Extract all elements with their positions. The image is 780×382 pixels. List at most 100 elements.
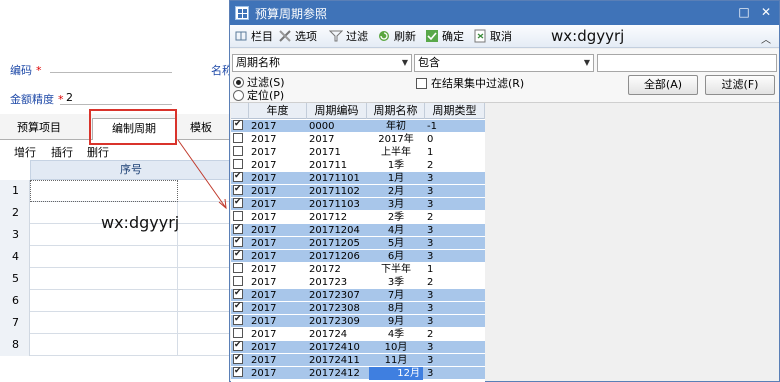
columns-button[interactable]: 栏目 bbox=[234, 29, 273, 45]
cell-year: 2017 bbox=[251, 264, 277, 275]
cell-name: 2017年 bbox=[378, 134, 414, 145]
filter-button[interactable]: 过滤 bbox=[329, 29, 368, 45]
row-checkbox[interactable] bbox=[233, 365, 247, 380]
row-checkbox[interactable] bbox=[233, 118, 247, 133]
table-row[interactable]: 2017 20172308 8月 3 bbox=[231, 300, 485, 315]
cell-name: 4季 bbox=[387, 329, 405, 340]
cell-name: 12月 bbox=[369, 367, 423, 380]
table-row[interactable]: 2017 201712 2季 2 bbox=[231, 211, 485, 224]
cell-year: 2017 bbox=[251, 251, 277, 262]
restore-window-icon[interactable]: □ bbox=[736, 4, 752, 20]
table-row[interactable]: 2017 20171204 4月 3 bbox=[231, 222, 485, 237]
filter-value-input[interactable] bbox=[597, 54, 777, 72]
table-row[interactable]: 2017 20172307 7月 3 bbox=[231, 287, 485, 302]
grid-row[interactable]: 7 bbox=[0, 312, 232, 334]
operator-select[interactable]: 包含 ▼ bbox=[414, 54, 594, 72]
table-row[interactable]: 2017 201723 3季 2 bbox=[231, 276, 485, 289]
row-checkbox[interactable] bbox=[233, 133, 247, 146]
grid-row[interactable]: 6 bbox=[0, 290, 232, 312]
precision-label: 金额精度 * bbox=[10, 93, 64, 106]
insert-row-button[interactable]: 插行 bbox=[51, 144, 73, 160]
cell-code: 20172 bbox=[309, 264, 341, 275]
add-row-button[interactable]: 增行 bbox=[14, 144, 36, 160]
table-row[interactable]: 2017 20171103 3月 3 bbox=[231, 196, 485, 211]
cell-type: 2 bbox=[427, 277, 434, 288]
radio-locate[interactable]: 定位(P) bbox=[233, 87, 284, 103]
filter-in-results-checkbox[interactable]: 在结果集中过滤(R) bbox=[416, 75, 524, 91]
field-select[interactable]: 周期名称 ▼ bbox=[232, 54, 412, 72]
cell-type: 3 bbox=[427, 303, 434, 314]
tab-budget-items[interactable]: 预算项目 bbox=[4, 118, 74, 140]
cell-code: 20171101 bbox=[309, 173, 360, 184]
table-row[interactable]: 2017 20171205 5月 3 bbox=[231, 235, 485, 250]
cell-code: 201712 bbox=[309, 212, 348, 223]
table-row[interactable]: 2017 20172 下半年 1 bbox=[231, 263, 485, 276]
cell-name: 6月 bbox=[387, 251, 405, 262]
table-row[interactable]: 2017 20171 上半年 1 bbox=[231, 146, 485, 159]
table-row[interactable]: 2017 20172410 10月 3 bbox=[231, 339, 485, 354]
show-all-button[interactable]: 全部(A) bbox=[628, 75, 698, 95]
cell-code: 20171205 bbox=[309, 238, 360, 249]
cell-type: 2 bbox=[427, 212, 434, 223]
header-name[interactable]: 周期名称 bbox=[367, 103, 425, 119]
annotation-highlight-box bbox=[89, 109, 177, 145]
collapse-chevron-icon[interactable]: ︿ bbox=[761, 31, 771, 46]
options-button[interactable]: 选项 bbox=[278, 29, 317, 45]
cancel-button[interactable]: 取消 bbox=[473, 29, 512, 45]
apply-filter-button[interactable]: 过滤(F) bbox=[705, 75, 775, 95]
table-row[interactable]: 2017 20172411 11月 3 bbox=[231, 352, 485, 367]
table-row[interactable]: 2017 201711 1季 2 bbox=[231, 159, 485, 172]
grid-row[interactable]: 5 bbox=[0, 268, 232, 290]
table-row[interactable]: 2017 0000 年初 -1 bbox=[231, 118, 485, 133]
row-checkbox[interactable] bbox=[233, 146, 247, 159]
cell-type: 2 bbox=[427, 329, 434, 340]
cell-name: 1月 bbox=[387, 173, 405, 184]
header-year[interactable]: 年度 bbox=[249, 103, 307, 119]
dialog-toolbar: 栏目 选项 过滤 刷新 确定 取消 wx:dgyyrj ︿ bbox=[230, 25, 779, 48]
cell-type: 3 bbox=[427, 251, 434, 262]
tab-template[interactable]: 模板 bbox=[178, 118, 224, 140]
dialog-titlebar[interactable]: 预算周期参照 □ ✕ bbox=[230, 1, 779, 25]
row-checkbox[interactable] bbox=[233, 248, 247, 263]
dialog-title: 预算周期参照 bbox=[255, 7, 328, 21]
cell-year: 2017 bbox=[251, 199, 277, 210]
grid-row[interactable]: 4 bbox=[0, 246, 232, 268]
grid-row[interactable]: 8 bbox=[0, 334, 232, 356]
precision-value[interactable]: 2 bbox=[66, 91, 73, 104]
cell-year: 2017 bbox=[251, 186, 277, 197]
dropdown-arrow-icon: ▼ bbox=[401, 58, 408, 67]
cell-code: 201711 bbox=[309, 160, 348, 171]
cell-name: 7月 bbox=[387, 290, 405, 301]
row-checkbox[interactable] bbox=[233, 263, 247, 276]
code-label: 编码 * bbox=[10, 64, 42, 77]
cell-type: 1 bbox=[427, 147, 434, 158]
row-checkbox[interactable] bbox=[233, 196, 247, 211]
table-row[interactable]: 2017 20172309 9月 3 bbox=[231, 313, 485, 328]
cell-year: 2017 bbox=[251, 134, 277, 145]
close-window-icon[interactable]: ✕ bbox=[758, 4, 774, 20]
delete-row-button[interactable]: 删行 bbox=[87, 144, 109, 160]
cell-code: 0000 bbox=[309, 121, 335, 132]
refresh-button[interactable]: 刷新 bbox=[377, 29, 416, 45]
cell-code: 20172411 bbox=[309, 355, 360, 366]
table-row[interactable]: 2017 20172412 12月 3 bbox=[231, 365, 485, 380]
table-row[interactable]: 2017 201724 4季 2 bbox=[231, 328, 485, 341]
table-row[interactable]: 2017 20171101 1月 3 bbox=[231, 170, 485, 185]
tools-icon bbox=[279, 30, 291, 42]
funnel-icon bbox=[329, 30, 343, 42]
row-checkbox[interactable] bbox=[233, 313, 247, 328]
header-type[interactable]: 周期类型 bbox=[425, 103, 485, 119]
header-check-col bbox=[231, 103, 249, 119]
header-code[interactable]: 周期编码 bbox=[307, 103, 367, 119]
table-row[interactable]: 2017 20171102 2月 3 bbox=[231, 183, 485, 198]
code-field[interactable] bbox=[50, 72, 172, 73]
table-row[interactable]: 2017 20171206 6月 3 bbox=[231, 248, 485, 263]
cell-type: 3 bbox=[427, 186, 434, 197]
cell-type: 3 bbox=[427, 355, 434, 366]
cell-name: 3月 bbox=[387, 199, 405, 210]
cell-code: 20172308 bbox=[309, 303, 360, 314]
cell-year: 2017 bbox=[251, 303, 277, 314]
cell-type: 3 bbox=[427, 199, 434, 210]
confirm-button[interactable]: 确定 bbox=[425, 29, 464, 45]
table-row[interactable]: 2017 2017 2017年 0 bbox=[231, 133, 485, 146]
